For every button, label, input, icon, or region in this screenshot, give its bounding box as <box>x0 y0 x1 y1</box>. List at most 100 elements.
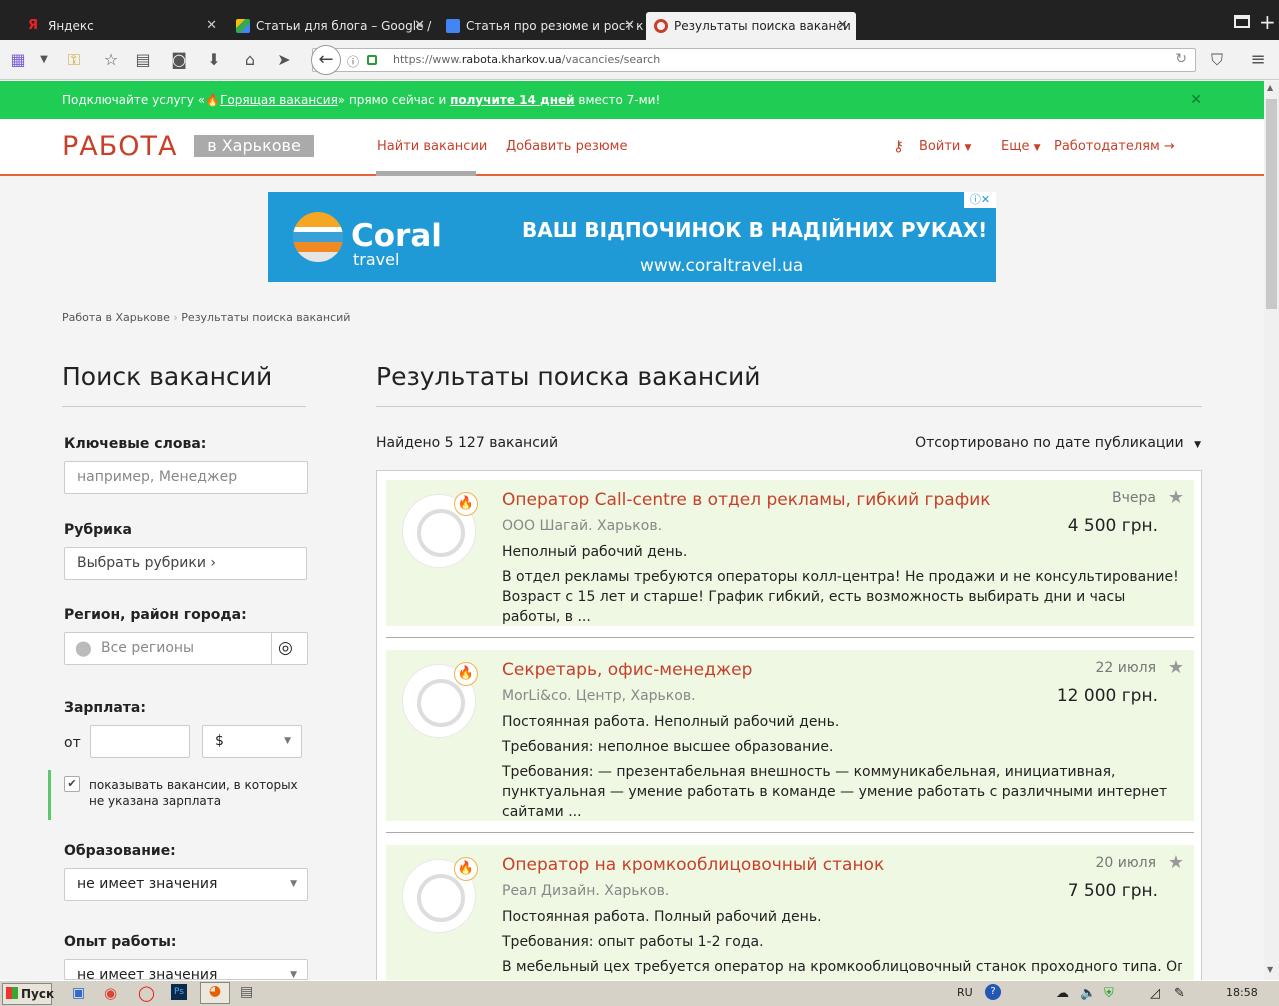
fire-icon: 🔥 <box>454 857 478 881</box>
send-icon[interactable]: ➤ <box>274 50 294 70</box>
browser-tab-bar: Я Яндекс ✕ Статьи для блога – Google / ✕… <box>0 0 1279 40</box>
chrome-icon[interactable]: ◉ <box>104 984 117 1002</box>
promo-offer-link[interactable]: получите 14 дней <box>450 93 574 107</box>
region-label: Регион, район города: <box>64 607 247 623</box>
no-salary-checkbox[interactable]: ✔ <box>64 776 80 792</box>
help-icon[interactable]: ? <box>985 984 1001 1000</box>
pen-icon[interactable]: ✎ <box>1174 986 1185 1001</box>
vacancy-title[interactable]: Оператор на кромкооблицовочный станок <box>502 855 884 875</box>
salary-from-input[interactable] <box>90 725 190 758</box>
more-menu[interactable]: Еще ▼ <box>1001 139 1041 154</box>
vacancy-date: 20 июля <box>1095 855 1156 871</box>
tab-label: Результаты поиска ваканси <box>674 19 851 33</box>
vacancy-description: Постоянная работа. Неполный рабочий день… <box>502 714 840 730</box>
star-icon[interactable]: ★ <box>1168 657 1184 678</box>
close-icon[interactable]: ✕ <box>206 12 217 40</box>
vacancy-title[interactable]: Секретарь, офис-менеджер <box>502 660 752 680</box>
reading-list-icon[interactable]: ▤ <box>133 50 153 70</box>
google-docs-icon <box>446 19 460 33</box>
key-icon[interactable]: ⚿ <box>64 50 84 70</box>
promo-service-link[interactable]: Горящая вакансия <box>220 93 338 107</box>
tab-google-drive[interactable]: Статьи для блога – Google / ✕ <box>228 12 433 40</box>
breadcrumb-home[interactable]: Работа в Харькове <box>62 311 170 324</box>
page-scrollbar[interactable]: ▲ ▼ <box>1264 81 1279 980</box>
bookmark-star-icon[interactable]: ☆ <box>101 50 121 70</box>
new-tab-icon[interactable]: + <box>1259 10 1276 34</box>
vacancy-description: Требования: опыт работы 1-2 года. <box>502 934 764 950</box>
scroll-up-icon[interactable]: ▲ <box>1267 83 1273 92</box>
divider <box>271 633 272 664</box>
employers-link[interactable]: Работодателям → <box>1054 139 1175 154</box>
close-icon[interactable]: ✕ <box>624 12 635 40</box>
key-icon: ⚷ <box>893 137 904 155</box>
close-icon[interactable]: ✕ <box>837 12 848 40</box>
network-icon[interactable]: ☁ <box>1056 986 1069 1001</box>
signal-icon[interactable]: ◿ <box>1150 986 1160 1001</box>
home-icon[interactable]: ⌂ <box>240 50 260 70</box>
ad-choices-icon[interactable]: ⓘ✕ <box>964 192 996 208</box>
language-indicator[interactable]: RU <box>957 986 973 999</box>
vacancy-description: В мебельный цех требуется оператор на кр… <box>502 959 1182 975</box>
no-salary-checkbox-label: показывать вакансии, в которых не указан… <box>89 778 298 808</box>
clock: 18:58 <box>1226 986 1258 999</box>
vacancy-salary: 4 500 грн. <box>1067 516 1158 536</box>
vacancy-company[interactable]: MorLi&co. Центр, Харьков. <box>502 688 696 704</box>
download-icon[interactable]: ⬇ <box>204 50 224 70</box>
scroll-down-icon[interactable]: ▼ <box>1267 965 1273 974</box>
volume-icon[interactable]: 🔈 <box>1080 986 1096 1001</box>
vacancy-salary: 7 500 грн. <box>1067 881 1158 901</box>
sort-dropdown[interactable]: Отсортировано по дате публикации ▼ <box>915 435 1201 451</box>
vacancy-title[interactable]: Оператор Call-centre в отдел рекламы, ги… <box>502 490 991 510</box>
vacancy-card[interactable]: 🔥 Оператор Call-centre в отдел рекламы, … <box>386 480 1194 626</box>
chevron-down-icon[interactable]: ▼ <box>34 50 54 70</box>
keywords-input[interactable]: например, Менеджер <box>64 461 308 494</box>
nav-add-resume[interactable]: Добавить резюме <box>506 139 627 154</box>
experience-select[interactable]: не имеет значения ▼ <box>64 959 308 980</box>
back-button[interactable]: ← <box>311 45 341 75</box>
desktop-icon[interactable]: ▣ <box>72 985 85 1001</box>
close-icon[interactable]: ✕ <box>1190 81 1202 119</box>
tab-google-docs[interactable]: Статья про резюме и рост к ✕ <box>438 12 643 40</box>
star-icon[interactable]: ★ <box>1168 487 1184 508</box>
close-icon[interactable]: ✕ <box>414 12 425 40</box>
login-button[interactable]: Войти ▼ <box>919 139 971 154</box>
region-value: Все регионы <box>101 640 195 656</box>
vacancy-company[interactable]: Реал Дизайн. Харьков. <box>502 883 669 899</box>
app-icon[interactable]: ▤ <box>240 984 253 1000</box>
menu-icon[interactable]: ≡ <box>1248 50 1268 70</box>
fire-icon: 🔥 <box>454 492 478 516</box>
education-select[interactable]: не имеет значения ▼ <box>64 868 308 901</box>
geolocation-icon[interactable]: ◎ <box>278 633 293 664</box>
vacancy-company[interactable]: ООО Шагай. Харьков. <box>502 518 662 534</box>
pocket-icon[interactable]: ◙ <box>169 50 189 70</box>
results-list: 🔥 Оператор Call-centre в отдел рекламы, … <box>376 470 1202 990</box>
arrow-right-icon: → <box>1163 139 1175 154</box>
opera-icon[interactable]: ◯ <box>138 984 155 1002</box>
vacancy-card[interactable]: 🔥 Секретарь, офис-менеджер MorLi&co. Цен… <box>386 650 1194 821</box>
tab-yandex[interactable]: Я Яндекс ✕ <box>20 12 225 40</box>
star-icon[interactable]: ★ <box>1168 852 1184 873</box>
photoshop-icon[interactable]: Ps <box>171 984 187 1000</box>
divider <box>376 406 1202 407</box>
coral-logo-icon <box>293 212 343 262</box>
results-count: Найдено 5 127 вакансий <box>376 435 559 451</box>
caret-down-icon: ▼ <box>290 879 297 889</box>
tab-rabota[interactable]: Результаты поиска ваканси ✕ <box>646 12 856 40</box>
start-button[interactable]: Пуск <box>2 983 54 1005</box>
security-icon[interactable]: ⛨ <box>1104 986 1114 1001</box>
shield-icon[interactable]: ⛉ <box>1207 50 1227 70</box>
scrollbar-thumb[interactable] <box>1266 99 1277 309</box>
nav-find-vacancies[interactable]: Найти вакансии <box>377 139 487 154</box>
ad-banner[interactable]: Coral travel ВАШ ВІДПОЧИНОК В НАДІЙНИХ Р… <box>268 192 996 282</box>
reload-icon[interactable]: ↻ <box>1175 51 1187 67</box>
firefox-icon[interactable]: ◕ <box>200 982 230 1004</box>
vacancy-card[interactable]: 🔥 Оператор на кромкооблицовочный станок … <box>386 845 1194 989</box>
apps-grid-icon[interactable]: ▦ <box>8 50 28 70</box>
rubric-select[interactable]: Выбрать рубрики › <box>64 547 307 580</box>
currency-select[interactable]: $ ▼ <box>202 725 302 758</box>
site-logo[interactable]: РАБОТА <box>62 131 178 162</box>
region-input[interactable]: ⬤ Все регионы ◎ <box>64 632 308 665</box>
url-bar[interactable]: ⓘ https://www.rabota.kharkov.ua/vacancie… <box>312 48 1196 72</box>
tab-groups-icon[interactable] <box>1234 15 1250 28</box>
info-icon[interactable]: ⓘ <box>347 53 359 70</box>
